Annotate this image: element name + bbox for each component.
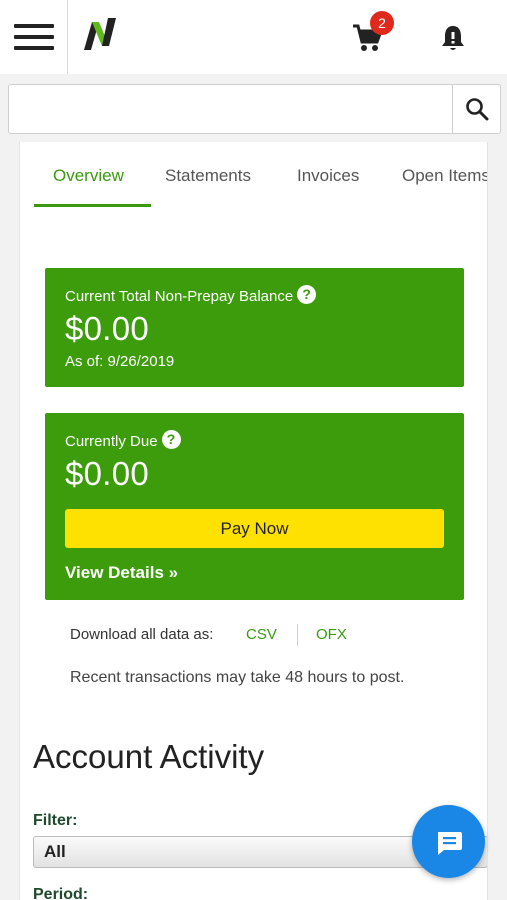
tab-overview[interactable]: Overview <box>53 166 124 208</box>
search-button[interactable] <box>452 85 501 133</box>
tab-bar: Overview Statements Invoices Open Items <box>34 166 487 208</box>
filter-label: Filter: <box>33 812 78 829</box>
chat-button[interactable] <box>412 805 485 878</box>
bell-icon[interactable] <box>440 24 466 52</box>
recent-transactions-note: Recent transactions may take 48 hours to… <box>70 669 405 686</box>
tab-statements[interactable]: Statements <box>165 166 251 208</box>
pay-now-button[interactable]: Pay Now <box>65 509 444 548</box>
balance-amount: $0.00 <box>65 310 150 347</box>
top-bar: 2 <box>0 0 507 74</box>
hamburger-menu-icon[interactable] <box>14 24 54 54</box>
csv-download-link[interactable]: CSV <box>246 626 277 643</box>
ofx-download-link[interactable]: OFX <box>316 626 347 643</box>
balance-label: Current Total Non-Prepay Balance <box>65 288 294 305</box>
tab-invoices[interactable]: Invoices <box>297 166 359 208</box>
view-details-link[interactable]: View Details » <box>65 563 178 583</box>
tab-open-items[interactable]: Open Items <box>402 166 487 208</box>
balance-label-row: Current Total Non-Prepay Balance? <box>65 285 317 305</box>
header-divider <box>67 0 68 74</box>
search-input[interactable] <box>9 85 451 133</box>
search-icon <box>466 98 489 121</box>
cart-count-badge: 2 <box>370 11 394 35</box>
search-bar <box>8 84 501 134</box>
active-tab-indicator <box>34 204 151 207</box>
due-amount: $0.00 <box>65 455 150 492</box>
balance-as-of: As of: 9/26/2019 <box>65 353 175 370</box>
period-label: Period: <box>33 886 89 900</box>
due-label: Currently Due <box>65 433 158 450</box>
balance-card: Current Total Non-Prepay Balance? $0.00 … <box>45 268 464 387</box>
download-divider <box>297 624 298 646</box>
due-label-row: Currently Due? <box>65 430 181 450</box>
brand-logo[interactable] <box>82 16 118 52</box>
due-card: Currently Due? $0.00 Pay Now View Detail… <box>45 413 464 600</box>
account-panel: Overview Statements Invoices Open Items … <box>19 142 488 900</box>
help-icon[interactable]: ? <box>297 285 317 304</box>
account-activity-title: Account Activity <box>33 738 265 775</box>
chat-icon <box>438 832 462 855</box>
download-label: Download all data as: <box>70 626 214 643</box>
help-icon[interactable]: ? <box>161 430 181 449</box>
